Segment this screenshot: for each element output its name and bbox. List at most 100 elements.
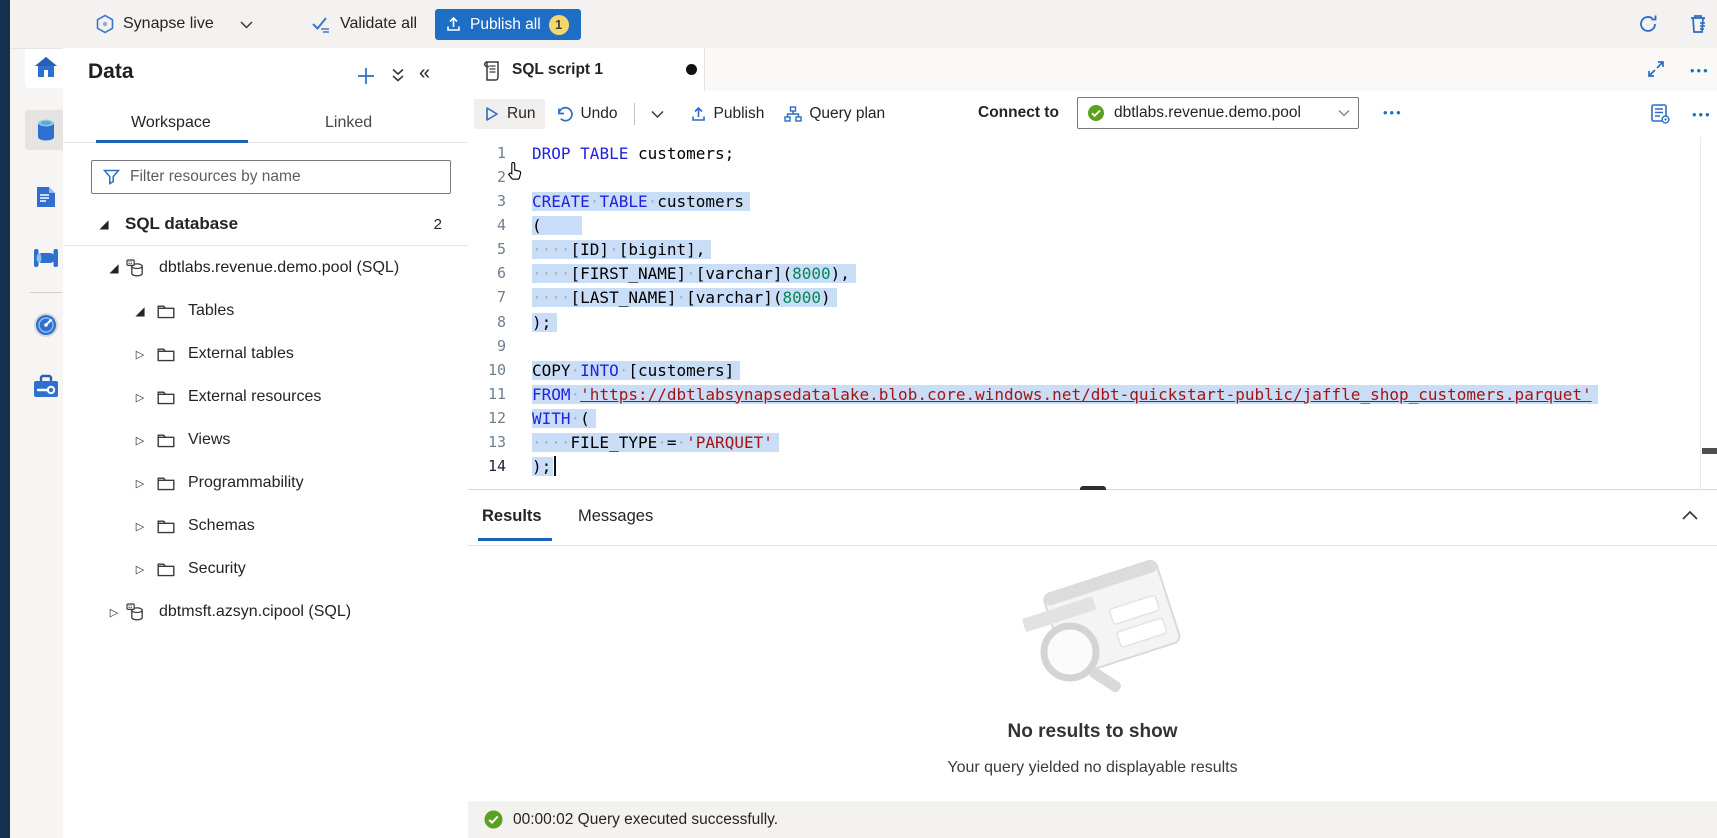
results-active-underline (478, 538, 552, 541)
tree-node-external-tables[interactable]: ▷External tables (63, 337, 468, 371)
undo-button[interactable]: Undo (545, 99, 627, 129)
query-status-bar: 00:00:02 Query executed successfully. (468, 801, 1717, 838)
code-line-3[interactable]: 3CREATE·TABLE·customers (468, 189, 1698, 214)
code-line-5[interactable]: 5····[ID]·[bigint], (468, 237, 1698, 262)
code-line-6[interactable]: 6····[FIRST_NAME]·[varchar](8000), (468, 261, 1698, 286)
tree-node-security[interactable]: ▷Security (63, 552, 468, 586)
tree-node-label: Schemas (188, 517, 255, 535)
tree-node-external-resources[interactable]: ▷External resources (63, 380, 468, 414)
sidebar-item-monitor[interactable] (25, 305, 67, 345)
validate-all-button[interactable]: Validate all (310, 0, 417, 48)
collapse-panel-button[interactable]: « (419, 62, 430, 85)
tab-more-actions[interactable]: ••• (1690, 63, 1710, 78)
tab-linked[interactable]: Linked (325, 114, 372, 132)
editor-scrollbar-thumb[interactable] (1702, 448, 1717, 454)
code-line-9[interactable]: 9 (468, 334, 1698, 359)
connection-dropdown[interactable]: dbtlabs.revenue.demo.pool (1077, 97, 1359, 129)
expanded-triangle-icon[interactable]: ◢ (107, 261, 121, 275)
collapsed-triangle-icon[interactable]: ▷ (133, 563, 147, 576)
no-results-illustration (1008, 560, 1183, 715)
tree-node-label: Tables (188, 302, 234, 320)
refresh-icon[interactable] (1636, 12, 1660, 36)
publish-count-badge: 1 (549, 15, 569, 35)
query-plan-icon (784, 106, 802, 123)
expand-editor-icon[interactable] (1646, 59, 1668, 81)
data-explorer-panel: Data « Workspace Linked Filter resources… (63, 48, 469, 838)
add-resource-icon[interactable] (355, 65, 377, 87)
code-line-14[interactable]: 14); (468, 454, 1698, 479)
tree-node-schemas[interactable]: ▷ Schemas (63, 509, 468, 543)
folder-icon (157, 304, 175, 319)
tree-node-pool[interactable]: ◢ dbtlabs.revenue.demo.pool (SQL) (63, 251, 468, 285)
filter-placeholder: Filter resources by name (130, 168, 301, 186)
tree-node-tables[interactable]: ◢ Tables (63, 294, 468, 328)
run-button[interactable]: Run (474, 99, 545, 129)
tree-section-sql-database[interactable]: ◢SQL database2 (63, 207, 468, 241)
folder-icon (157, 347, 175, 362)
discard-trash-icon[interactable] (1686, 12, 1710, 36)
run-options-chevron[interactable] (641, 104, 674, 125)
collapse-results-chevron-icon[interactable] (1680, 506, 1700, 526)
tab-sql-script-1[interactable]: SQL script 1 (468, 48, 705, 91)
connect-to-label: Connect to (978, 104, 1059, 122)
tree-node-views[interactable]: ▷Views (63, 423, 468, 457)
mode-switcher[interactable]: Synapse live (95, 0, 253, 48)
tab-results[interactable]: Results (482, 507, 542, 526)
tab-title: SQL script 1 (512, 61, 603, 79)
query-plan-button[interactable]: Query plan (774, 99, 895, 129)
undo-icon (555, 106, 573, 123)
folder-icon (157, 519, 175, 534)
status-message: 00:00:02 Query executed successfully. (513, 811, 778, 829)
connection-name: dbtlabs.revenue.demo.pool (1114, 104, 1329, 122)
properties-icon[interactable] (1648, 102, 1672, 126)
toolbar-more-actions[interactable]: ••• (1692, 107, 1712, 122)
sidebar-item-develop[interactable] (25, 177, 67, 217)
sidebar-item-home[interactable] (25, 48, 67, 88)
expanded-triangle-icon[interactable]: ◢ (97, 217, 111, 231)
collapsed-triangle-icon[interactable]: ▷ (133, 477, 147, 490)
toolbox-icon (31, 373, 61, 401)
collapse-all-icon[interactable] (389, 67, 407, 85)
code-line-1[interactable]: 1DROP TABLE customers; (468, 141, 1698, 166)
sql-code-editor[interactable]: 1DROP TABLE customers;23CREATE·TABLE·cus… (468, 137, 1717, 489)
tab-workspace[interactable]: Workspace (131, 114, 211, 132)
collapsed-triangle-icon[interactable]: ▷ (133, 520, 147, 533)
tree-node-programmability[interactable]: ▷Programmability (63, 466, 468, 500)
code-line-10[interactable]: 10COPY·INTO·[customers] (468, 358, 1698, 383)
line-number: 11 (468, 382, 506, 407)
folder-icon (157, 433, 175, 448)
publish-button[interactable]: Publish (680, 99, 775, 129)
collapsed-triangle-icon[interactable]: ▷ (133, 391, 147, 404)
code-line-4[interactable]: 4( (468, 213, 1698, 238)
collapsed-triangle-icon[interactable]: ▷ (133, 434, 147, 447)
tab-messages[interactable]: Messages (578, 507, 653, 526)
tree-node-label: dbtlabs.revenue.demo.pool (SQL) (159, 259, 399, 277)
collapsed-triangle-icon[interactable]: ▷ (133, 348, 147, 361)
sidebar-item-integrate[interactable] (25, 238, 67, 278)
sidebar-item-manage[interactable] (25, 367, 67, 407)
code-line-11[interactable]: 11FROM·'https://dbtlabsynapsedatalake.bl… (468, 382, 1698, 407)
run-play-icon (484, 106, 500, 122)
document-tab-bar: SQL script 1 ••• (468, 48, 1717, 92)
code-line-2[interactable]: 2 (468, 165, 1698, 190)
code-line-7[interactable]: 7····[LAST_NAME]·[varchar](8000) (468, 285, 1698, 310)
code-line-12[interactable]: 12WITH·( (468, 406, 1698, 431)
text-caret (554, 456, 556, 476)
line-number: 8 (468, 310, 506, 335)
tree-node-pool[interactable]: ▷dbtmsft.azsyn.cipool (SQL) (63, 595, 468, 629)
publish-all-button[interactable]: Publish all 1 (435, 9, 581, 40)
publish-icon (445, 16, 462, 33)
sidebar-item-data[interactable] (25, 110, 67, 150)
collapsed-triangle-icon[interactable]: ▷ (107, 606, 121, 619)
expanded-triangle-icon[interactable]: ◢ (133, 304, 147, 318)
connection-more-actions[interactable]: ••• (1383, 105, 1403, 120)
editor-vertical-scrollbar[interactable] (1700, 137, 1717, 489)
undo-label: Undo (580, 105, 617, 123)
pipeline-icon (31, 246, 61, 270)
filter-resources-input[interactable]: Filter resources by name (91, 160, 451, 194)
mode-label: Synapse live (123, 15, 214, 33)
editor-region: SQL script 1 ••• Run Undo (468, 48, 1717, 838)
synapse-live-icon (95, 14, 115, 34)
code-line-13[interactable]: 13····FILE_TYPE·=·'PARQUET' (468, 430, 1698, 455)
code-line-8[interactable]: 8); (468, 310, 1698, 335)
